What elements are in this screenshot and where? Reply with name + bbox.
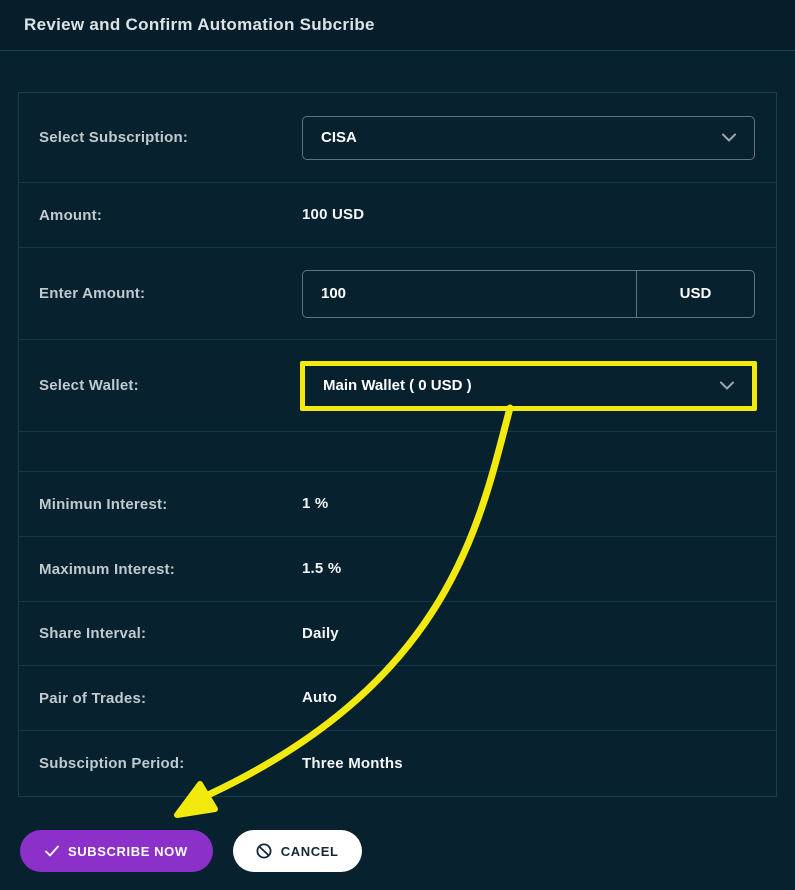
pair-of-trades-label: Pair of Trades: — [19, 690, 302, 707]
amount-label: Amount: — [19, 207, 302, 224]
max-interest-label: Maximum Interest: — [19, 561, 302, 578]
amount-input[interactable]: 100 — [303, 271, 637, 317]
amount-input-group: 100 USD — [302, 270, 755, 318]
min-interest-value: 1 % — [302, 495, 328, 512]
review-table: Select Subscription: CISA Amount: 100 US… — [18, 92, 777, 797]
share-interval-value: Daily — [302, 625, 339, 642]
subscribe-button-label: SUBSCRIBE NOW — [68, 844, 188, 859]
pair-of-trades-value: Auto — [302, 689, 337, 706]
wallet-label: Select Wallet: — [19, 377, 302, 394]
amount-value: 100 USD — [302, 206, 364, 223]
page-title: Review and Confirm Automation Subcribe — [24, 15, 375, 35]
row-select-wallet: Select Wallet: Main Wallet ( 0 USD ) — [19, 340, 776, 432]
subscription-period-value: Three Months — [302, 755, 403, 772]
row-amount: Amount: 100 USD — [19, 183, 776, 248]
chevron-down-icon — [722, 133, 736, 142]
page-header: Review and Confirm Automation Subcribe — [0, 0, 795, 51]
enter-amount-label: Enter Amount: — [19, 285, 302, 302]
share-interval-label: Share Interval: — [19, 625, 302, 642]
subscription-select[interactable]: CISA — [302, 116, 755, 160]
max-interest-value: 1.5 % — [302, 560, 341, 577]
subscription-period-label: Subsciption Period: — [19, 755, 302, 772]
row-subscription-period: Subsciption Period: Three Months — [19, 731, 776, 796]
slash-circle-icon — [256, 843, 272, 859]
wallet-highlight-box: Main Wallet ( 0 USD ) — [300, 361, 757, 411]
subscribe-button[interactable]: SUBSCRIBE NOW — [20, 830, 213, 872]
row-spacer — [19, 432, 776, 472]
action-buttons: SUBSCRIBE NOW CANCEL — [20, 830, 362, 872]
row-select-subscription: Select Subscription: CISA — [19, 93, 776, 183]
subscription-select-value: CISA — [321, 129, 357, 146]
row-max-interest: Maximum Interest: 1.5 % — [19, 537, 776, 602]
wallet-select[interactable]: Main Wallet ( 0 USD ) — [305, 366, 752, 406]
subscription-label: Select Subscription: — [19, 129, 302, 146]
currency-addon: USD — [637, 271, 754, 317]
chevron-down-icon — [720, 381, 734, 390]
wallet-select-value: Main Wallet ( 0 USD ) — [323, 377, 472, 394]
min-interest-label: Minimun Interest: — [19, 496, 302, 513]
cancel-button-label: CANCEL — [281, 844, 339, 859]
row-share-interval: Share Interval: Daily — [19, 602, 776, 666]
cancel-button[interactable]: CANCEL — [233, 830, 362, 872]
check-icon — [45, 845, 59, 857]
row-pair-of-trades: Pair of Trades: Auto — [19, 666, 776, 731]
row-enter-amount: Enter Amount: 100 USD — [19, 248, 776, 340]
row-min-interest: Minimun Interest: 1 % — [19, 472, 776, 537]
